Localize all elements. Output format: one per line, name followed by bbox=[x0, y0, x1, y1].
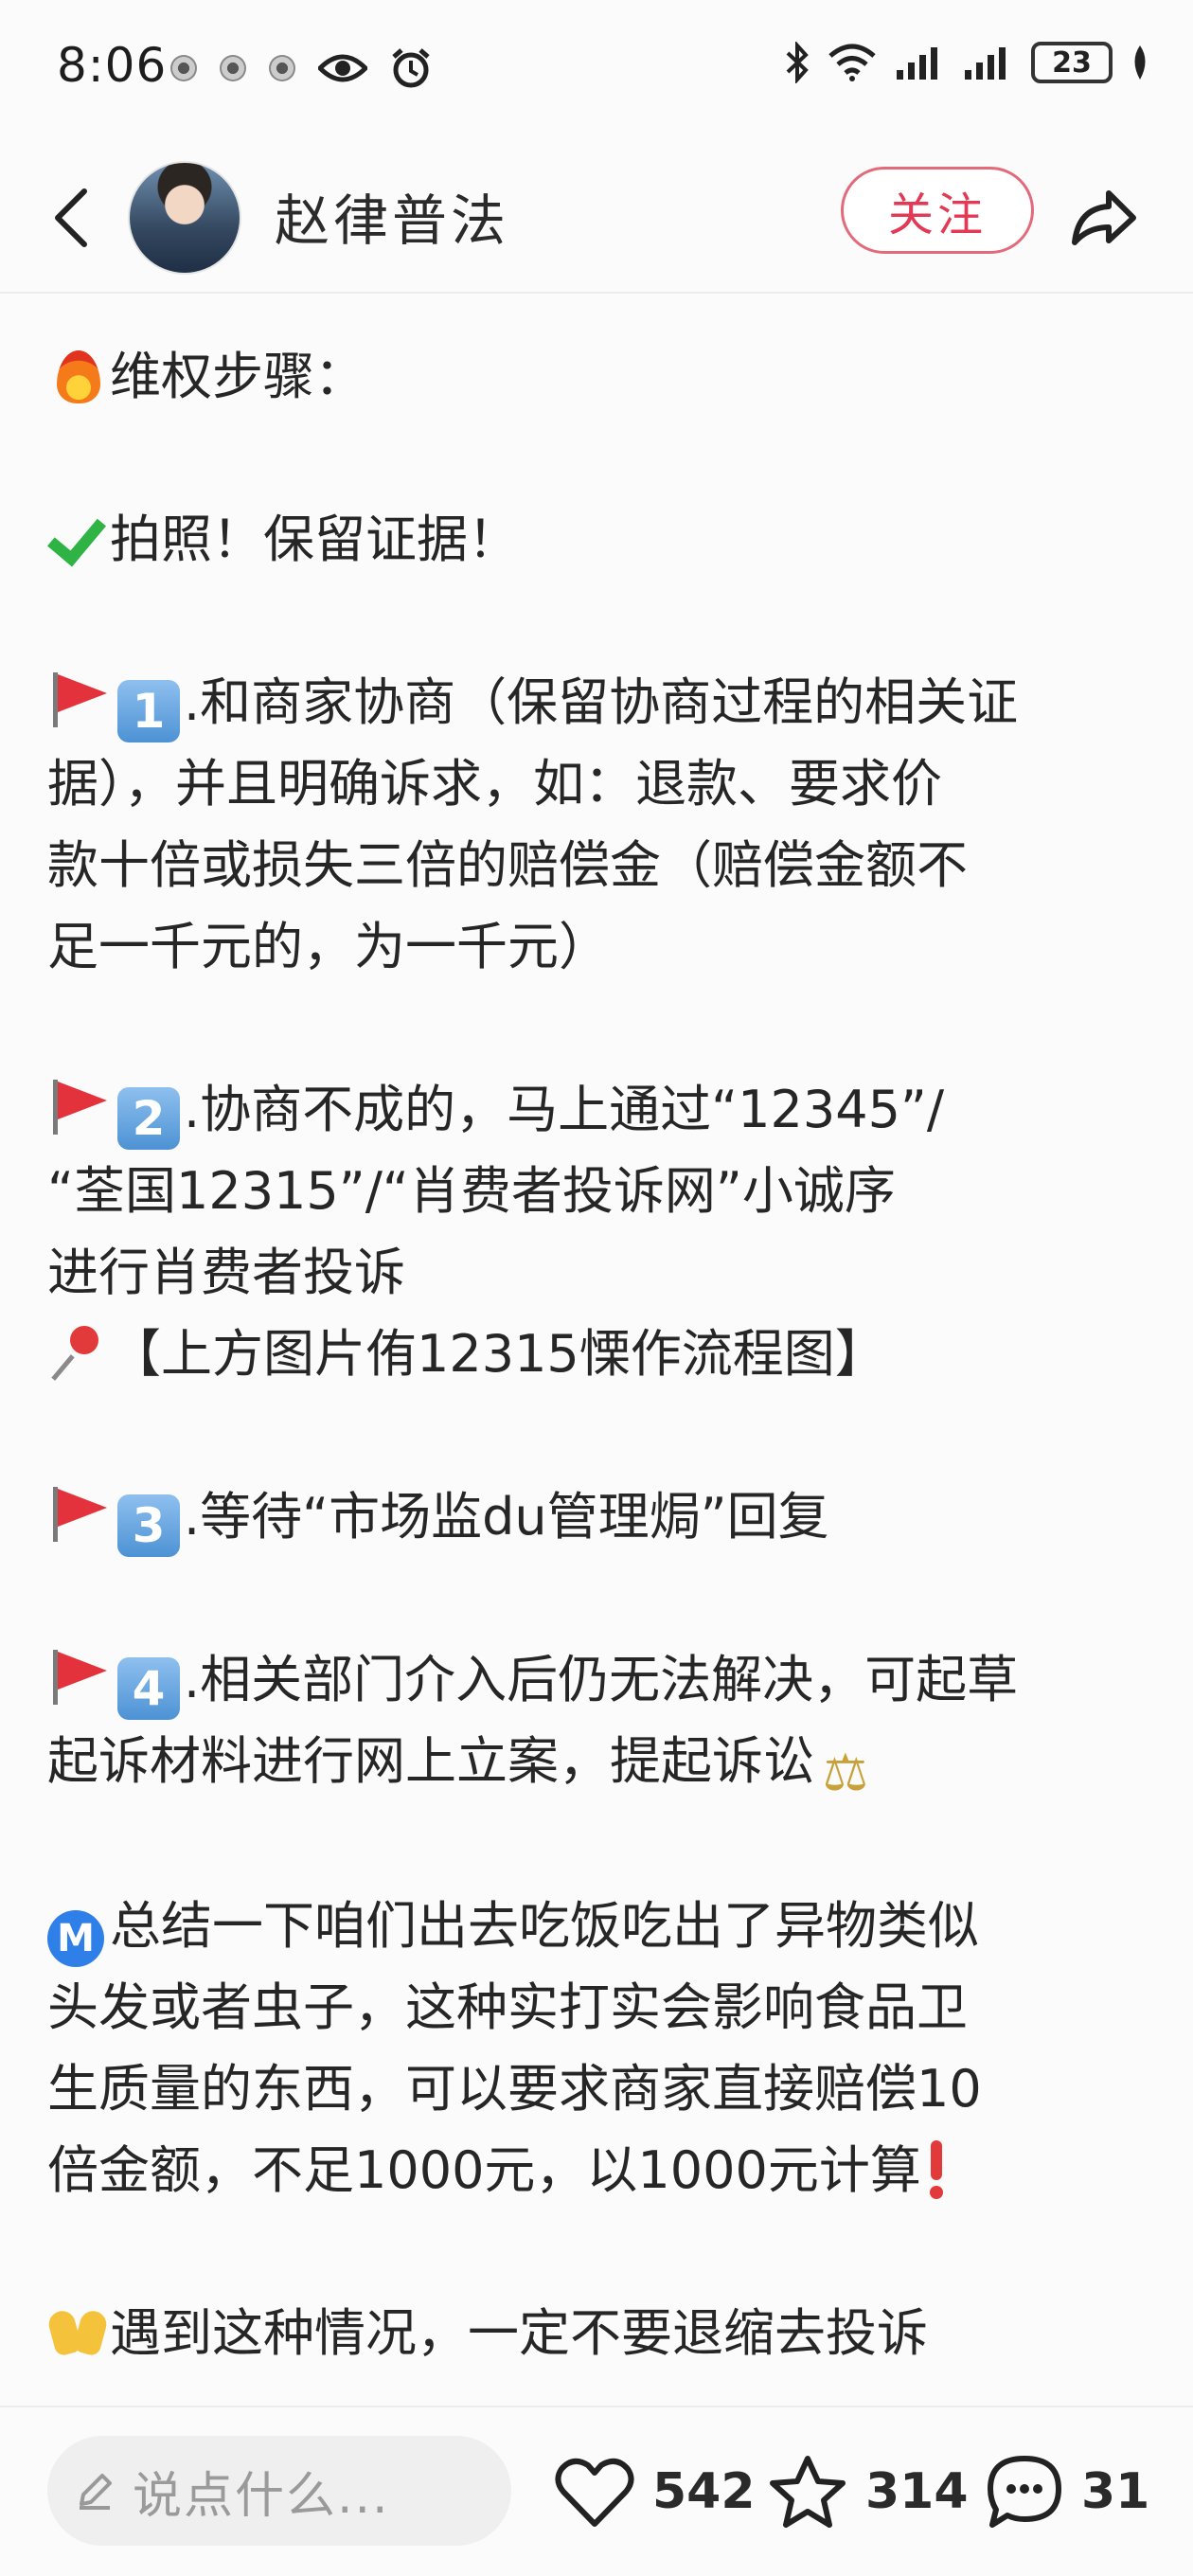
notification-icons bbox=[170, 47, 432, 89]
post-header: 赵律普法 关注 bbox=[0, 142, 1193, 294]
content-line: “荃国12315”/“肖费者投诉网”小诚序 bbox=[47, 1161, 896, 1221]
content-line: 进行肖费者投诉 bbox=[47, 1243, 405, 1302]
pin-text: 【上方图片侑12315慄作流程图】 bbox=[110, 1324, 886, 1384]
step-text: .协商不成的，马上通过“12345”/ bbox=[184, 1080, 945, 1139]
content-line: 【上方图片侑12315慄作流程图】 bbox=[47, 1314, 1165, 1395]
follow-button[interactable]: 关注 bbox=[841, 167, 1034, 254]
app-notification-icon bbox=[220, 55, 246, 81]
battery-indicator: 23 bbox=[1031, 42, 1113, 83]
app-notification-icon bbox=[269, 55, 295, 81]
summary-text: 总结一下咱们出去吃饭吃出了异物类似 bbox=[110, 1896, 979, 1956]
content-line: 遇到这种情况，一定不要退缩去投诉 bbox=[47, 2293, 1165, 2374]
content-line: 1 .和商家协商（保留协商过程的相关证 bbox=[47, 662, 1165, 743]
comment-bubble-icon bbox=[988, 2456, 1061, 2528]
content-line: 3 .等待“市场监du管理焗”回复 bbox=[47, 1476, 1165, 1558]
comment-placeholder: 说点什么... bbox=[133, 2467, 390, 2525]
content-line: M 总结一下咱们出去吃饭吃出了异物类似 bbox=[47, 1886, 1165, 1967]
content-line: 起诉材料进行网上立案，提起诉讼 ⚖ bbox=[47, 1721, 1165, 1804]
m-circle-icon: M bbox=[47, 1910, 104, 1967]
step-text: .等待“市场监du管理焗”回复 bbox=[184, 1487, 829, 1547]
bottom-action-bar: 说点什么... 542 314 31 bbox=[0, 2406, 1193, 2576]
post-content: 维权步骤： 拍照！保留证据！ 1 .和商家协商（保留协商过程的相关证 据），并且明… bbox=[47, 336, 1165, 2374]
heart-icon bbox=[555, 2458, 634, 2527]
signal-icon bbox=[897, 47, 937, 80]
share-icon[interactable] bbox=[1065, 180, 1141, 256]
step-text: 起诉材料进行网上立案，提起诉讼 bbox=[47, 1731, 814, 1791]
step-text: .和商家协商（保留协商过程的相关证 bbox=[184, 672, 1019, 732]
content-line: 头发或者虫子，这种实打实会影响食品卫 bbox=[47, 1977, 968, 2037]
content-line: 2 .协商不成的，马上通过“12345”/ bbox=[47, 1069, 1165, 1151]
content-line: 倍金额，不足1000元，以1000元计算 bbox=[47, 2130, 1165, 2211]
exclamation-icon bbox=[921, 2137, 950, 2199]
content-line: 生质量的东西，可以要求商家直接赔偿10 bbox=[47, 2059, 982, 2119]
raised-hands-icon bbox=[47, 2299, 110, 2362]
bluetooth-icon bbox=[786, 42, 809, 83]
content-line: 据），并且明确诉求，如：退款、要求价 bbox=[47, 754, 942, 814]
leaf-icon bbox=[1134, 45, 1146, 80]
signal-icon bbox=[965, 47, 1006, 80]
red-flag-icon bbox=[47, 1076, 110, 1138]
scales-icon: ⚖ bbox=[822, 1743, 869, 1802]
app-notification-icon bbox=[170, 55, 197, 81]
comment-count: 31 bbox=[1081, 2463, 1150, 2520]
author-name[interactable]: 赵律普法 bbox=[275, 176, 509, 256]
pencil-icon bbox=[80, 2474, 112, 2510]
number-one-icon: 1 bbox=[117, 680, 180, 742]
check-mark-icon bbox=[47, 506, 110, 568]
alarm-icon bbox=[392, 48, 430, 88]
summary-text: 倍金额，不足1000元，以1000元计算 bbox=[47, 2140, 921, 2200]
status-time: 8:06 bbox=[57, 38, 168, 93]
star-icon bbox=[770, 2456, 846, 2528]
number-two-icon: 2 bbox=[117, 1087, 180, 1150]
comment-button[interactable]: 31 bbox=[985, 2449, 1149, 2534]
content-line: 足一千元的，为一千元） bbox=[47, 917, 610, 976]
favorite-count: 314 bbox=[865, 2463, 969, 2520]
like-count: 542 bbox=[652, 2463, 756, 2520]
heading-text: 维权步骤： bbox=[110, 347, 365, 406]
eye-icon bbox=[318, 54, 367, 82]
content-line: 4 .相关部门介入后仍无法解决，可起草 bbox=[47, 1639, 1165, 1721]
fire-icon bbox=[47, 343, 110, 405]
red-flag-icon bbox=[47, 1483, 110, 1546]
status-bar: 8:06 23 bbox=[0, 0, 1193, 142]
favorite-button[interactable]: 314 bbox=[767, 2449, 969, 2534]
content-line: 款十倍或损失三倍的赔偿金（赔偿金额不 bbox=[47, 835, 968, 895]
like-button[interactable]: 542 bbox=[554, 2449, 756, 2534]
step-text: .相关部门介入后仍无法解决，可起草 bbox=[184, 1650, 1019, 1709]
content-line: 维权步骤： bbox=[47, 336, 1165, 418]
content-line: 拍照！保留证据！ bbox=[47, 499, 1165, 581]
evidence-text: 拍照！保留证据！ bbox=[110, 510, 519, 569]
number-three-icon: 3 bbox=[117, 1494, 180, 1557]
number-four-icon: 4 bbox=[117, 1657, 180, 1720]
status-right: 23 bbox=[785, 42, 1150, 83]
red-flag-icon bbox=[47, 1646, 110, 1708]
author-avatar[interactable] bbox=[128, 161, 241, 275]
pushpin-icon bbox=[47, 1320, 110, 1383]
wifi-icon bbox=[828, 44, 876, 81]
red-flag-icon bbox=[47, 669, 110, 731]
comment-input[interactable]: 说点什么... bbox=[47, 2436, 511, 2546]
back-arrow-icon[interactable] bbox=[43, 180, 99, 256]
closing-text: 遇到这种情况，一定不要退缩去投诉 bbox=[110, 2303, 928, 2363]
